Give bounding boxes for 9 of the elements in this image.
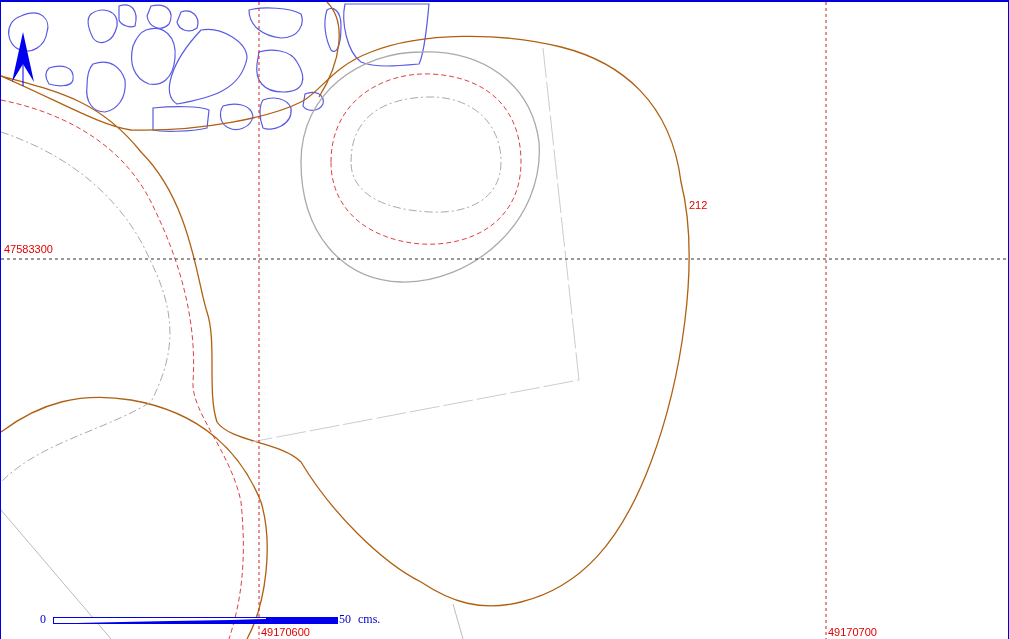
scale-end-label: 50 <box>339 612 351 626</box>
scale-start-label: 0 <box>40 612 46 626</box>
scale-unit-label: cms. <box>358 612 381 626</box>
map-canvas[interactable]: 47583300 49170600 49170700 212 0 50 cms. <box>0 0 1009 639</box>
grid-label: 49170700 <box>828 626 877 638</box>
grid-label: 49170600 <box>261 626 310 638</box>
north-arrow-icon <box>12 32 34 87</box>
grid-label: 47583300 <box>4 243 53 255</box>
contour-label: 212 <box>689 199 708 211</box>
